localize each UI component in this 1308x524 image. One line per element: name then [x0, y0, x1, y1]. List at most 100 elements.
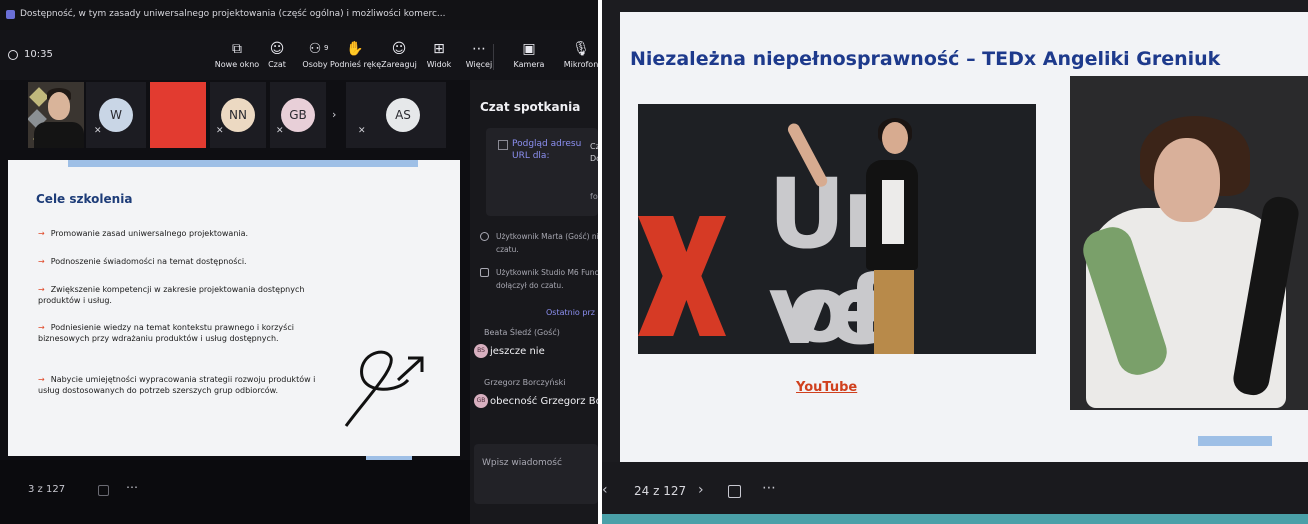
toolbar-button-label: Mikrofon	[563, 60, 598, 69]
tedx-x-logo	[638, 216, 726, 336]
meeting-toolbar: 10:35 ⧉ Nowe okno ☺ Czat ⚇ 9 Osoby ✋ Podnieś ręk…	[0, 30, 598, 84]
participant-avatar-nn: NN	[221, 98, 255, 132]
user-joined-icon	[480, 232, 489, 241]
message-sender: Grzegorz Borczyński	[484, 378, 566, 387]
slide-bullet: → Zwiększenie kompetencji w zakresie proj…	[38, 284, 318, 306]
message-text: obecność Grzegorz Borc	[490, 395, 598, 407]
prev-slide-icon[interactable]: ‹	[602, 482, 608, 498]
toolbar-separator	[493, 44, 494, 70]
bullet-text: Podniesienie wiedzy na temat kontekstu p…	[38, 323, 294, 343]
participant-body	[34, 122, 84, 148]
portrait-photo	[1070, 76, 1308, 410]
slide-viewer: Niezależna niepełnosprawność – TEDx Ange…	[602, 0, 1308, 524]
bullet-text: Promowanie zasad uniwersalnego projektow…	[50, 229, 249, 238]
bullet-arrow-icon: →	[38, 285, 45, 294]
slide-bullet: → Nabycie umiejętności wypracowania strat…	[38, 374, 318, 396]
bottom-teal-edge	[602, 514, 1308, 524]
compose-placeholder: Wpisz wiadomość	[482, 458, 562, 468]
bullet-arrow-icon: →	[38, 375, 45, 384]
bullet-arrow-icon: →	[38, 229, 45, 238]
participant-tile-as[interactable]: AS ✕	[346, 82, 446, 148]
slide-panel-icon[interactable]	[98, 485, 109, 496]
left-pager-bar: 3 z 127 ⋯	[0, 460, 470, 524]
clock-icon	[8, 49, 18, 60]
background-pattern	[29, 87, 49, 107]
next-slide-icon[interactable]: ›	[698, 482, 704, 498]
meeting-chat-panel: Czat spotkania Podgląd adresu URL dla: C…	[470, 80, 598, 524]
participant-tile-red[interactable]	[150, 82, 206, 148]
recent-divider-label: Ostatnio prz	[546, 308, 595, 317]
participant-video-tile[interactable]	[28, 82, 84, 148]
tedx-stage-photo: Un ve of Wa	[638, 104, 1036, 354]
bullet-text: Podnoszenie świadomości na temat dostępn…	[50, 257, 247, 266]
toolbar-button-more[interactable]: ⋯ Więcej	[454, 40, 504, 78]
slide-panel-icon[interactable]	[728, 485, 741, 498]
toolbar-button-camera-off[interactable]: ▣ Kamera	[504, 40, 554, 78]
slide-bullet: → Promowanie zasad uniwersalnego projekto…	[38, 228, 318, 239]
toolbar-button-mic-off[interactable]: 🎙 Mikrofon	[556, 40, 598, 78]
system-message: Użytkownik Marta (Gość) ni czatu.	[480, 230, 598, 256]
sender-avatar: BS	[474, 344, 488, 358]
bullet-arrow-icon: →	[38, 323, 45, 332]
slide-title: Niezależna niepełnosprawność – TEDx Ange…	[630, 48, 1221, 70]
portrait-face	[1154, 138, 1220, 222]
participant-count-badge: 9	[324, 44, 329, 52]
card-side-text: Cz	[590, 142, 598, 151]
sender-avatar: GB	[474, 394, 488, 408]
swirl-arrow-icon	[344, 350, 424, 427]
camera-off-icon: ▣	[522, 41, 536, 57]
youtube-link[interactable]: YouTube	[796, 380, 857, 395]
broken-image-icon	[498, 140, 508, 150]
slide-title: Cele szkolenia	[36, 192, 133, 206]
message-text: jeszcze nie	[490, 345, 545, 357]
chat-message[interactable]: BS jeszcze nie	[474, 344, 545, 358]
participant-avatar-gb: GB	[281, 98, 315, 132]
shared-slide-left: Cele szkolenia → Promowanie zasad uniwers…	[8, 160, 460, 456]
speaker-shirt	[882, 180, 904, 244]
teams-meeting-window: Dostępność, w tym zasady uniwersalnego p…	[0, 0, 598, 524]
speaker-head	[882, 122, 908, 154]
chat-message[interactable]: GB obecność Grzegorz Borc	[474, 394, 598, 408]
slide-counter: 24 z 127	[634, 484, 687, 498]
teams-app-icon	[6, 10, 15, 19]
slide-bullet: → Podniesienie wiedzy na temat kontekstu …	[38, 322, 318, 344]
card-side-text: Do	[590, 154, 598, 163]
speaker-pants	[874, 266, 914, 354]
participant-tile-nn[interactable]: NN ✕	[210, 82, 266, 148]
window-title: Dostępność, w tym zasady uniwersalnego p…	[20, 9, 446, 19]
mic-off-icon: ✕	[94, 126, 102, 136]
system-message: Użytkownik Studio M6 Func dołączył do cz…	[480, 266, 598, 292]
mic-off-icon: ✕	[216, 126, 224, 136]
message-sender: Beata Śledź (Gość)	[484, 328, 560, 337]
strip-next-arrow-icon[interactable]: ›	[332, 108, 336, 121]
participant-tile-w[interactable]: W ✕	[86, 82, 146, 148]
more-options-icon[interactable]: ⋯	[762, 480, 776, 496]
participant-face	[48, 92, 70, 120]
message-compose-box[interactable]: Wpisz wiadomość	[474, 444, 598, 504]
toolbar-button-raise-hand[interactable]: ✋ Podnieś rękę	[330, 40, 382, 78]
mic-off-icon: ✕	[358, 126, 366, 136]
meeting-clock: 10:35	[8, 49, 53, 60]
more-options-icon[interactable]: ⋯	[126, 480, 138, 494]
bullet-text: Zwiększenie kompetencji w zakresie proje…	[38, 285, 305, 305]
participant-avatar-w: W	[99, 98, 133, 132]
shared-slide-right: Niezależna niepełnosprawność – TEDx Ange…	[620, 12, 1308, 462]
raise-hand-icon: ✋	[346, 41, 364, 57]
window-titlebar: Dostępność, w tym zasady uniwersalnego p…	[0, 0, 598, 30]
screenshot-root: Dostępność, w tym zasady uniwersalnego p…	[0, 0, 1308, 524]
toolbar-button-label: Podnieś rękę	[330, 60, 382, 69]
slide-counter: 3 z 127	[28, 484, 66, 495]
participant-tile-gb[interactable]: GB ✕	[270, 82, 326, 148]
more-icon: ⋯	[472, 41, 486, 57]
chat-joined-icon	[480, 268, 489, 277]
participant-avatar-as: AS	[386, 98, 420, 132]
link-preview-alt: Podgląd adresu URL dla:	[512, 139, 582, 161]
slide-bullet: → Podnoszenie świadomości na temat dostęp…	[38, 256, 318, 267]
slide-bottom-accent	[1198, 436, 1272, 446]
chat-title: Czat spotkania	[480, 100, 581, 114]
card-side-text: fo	[590, 192, 598, 201]
toolbar-button-label: Kamera	[513, 60, 545, 69]
link-preview-card[interactable]: Podgląd adresu URL dla: Cz Do fo	[486, 128, 598, 216]
bullet-text: Nabycie umiejętności wypracowania strate…	[38, 375, 316, 395]
slide-accent-bar	[68, 160, 418, 167]
